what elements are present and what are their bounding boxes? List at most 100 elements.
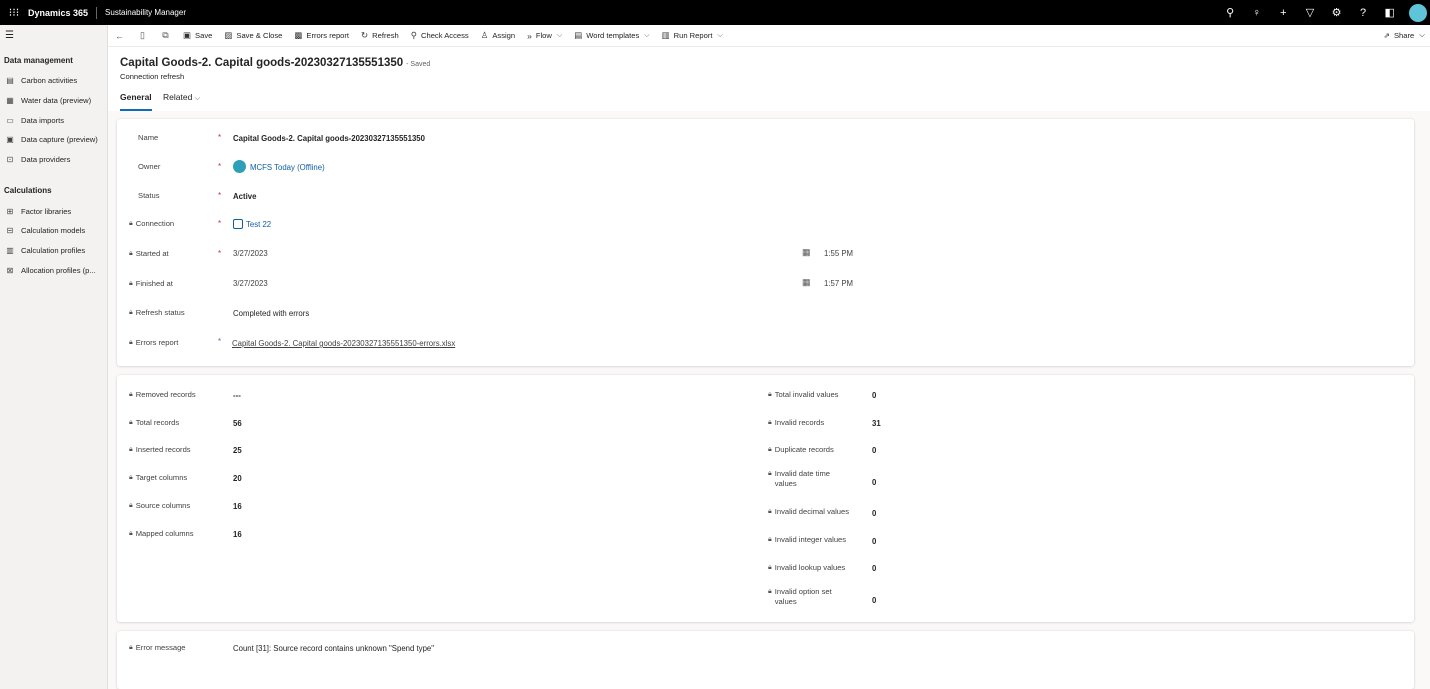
report-icon: ▩ [294, 30, 303, 40]
back-arrow-icon[interactable]: ← [108, 31, 131, 41]
lock-icon: 🔒︎ [129, 249, 133, 257]
started-time-field[interactable]: 1:55 PM [824, 249, 853, 258]
invalid-optionset-value: 0 [872, 596, 877, 605]
lock-icon: 🔒︎ [129, 501, 133, 509]
owner-link[interactable]: MCFS Today (Offline) [250, 163, 325, 172]
invalid-decimal-value: 0 [872, 509, 877, 518]
import-icon: ▭ [6, 116, 14, 125]
total-invalid-value: 0 [872, 391, 877, 400]
avatar[interactable] [1409, 3, 1427, 22]
page-title: Capital Goods-2. Capital goods-202303271… [120, 57, 431, 69]
assign-button[interactable]: ♙ Assign [481, 30, 515, 41]
sidebar-item-label: Water data (preview) [21, 96, 92, 105]
app-name[interactable]: Dynamics 365 [28, 8, 88, 18]
duplicate-records-value: 0 [872, 446, 877, 455]
source-columns-value: 16 [233, 502, 242, 511]
lock-icon: 🔒︎ [129, 445, 133, 453]
check-access-button[interactable]: ⚲ Check Access [411, 30, 469, 41]
field-label-total-invalid: 🔒︎ Total invalid values [768, 390, 839, 399]
field-label-invalid-decimal: 🔒︎ Invalid decimal values [768, 507, 850, 516]
word-icon: ▤ [574, 30, 583, 40]
lock-icon: 🔒︎ [129, 418, 133, 426]
filter-icon[interactable]: ▽ [1297, 6, 1324, 19]
lock-icon: 🔒︎ [129, 338, 133, 346]
hamburger-icon[interactable]: ☰ [5, 30, 14, 41]
sidebar-item-data-imports[interactable]: ▭ Data imports [4, 116, 108, 125]
lock-icon: 🔒︎ [129, 279, 133, 287]
sidebar-item-water-data[interactable]: ▦ Water data (preview) [4, 96, 108, 105]
connection-link[interactable]: Test 22 [246, 220, 271, 229]
name-field[interactable]: Capital Goods-2. Capital goods-202303271… [233, 134, 425, 143]
finished-date-field[interactable]: 3/27/2023 [233, 279, 268, 288]
field-label-removed: 🔒︎ Removed records [129, 390, 196, 399]
lock-icon: 🔒︎ [768, 390, 772, 398]
field-label-error-message: 🔒︎ Error message [129, 643, 186, 652]
lock-icon: 🔒︎ [768, 507, 772, 515]
started-date-field[interactable]: 3/27/2023 [233, 249, 268, 258]
finished-time-field[interactable]: 1:57 PM [824, 279, 853, 288]
refresh-status-value: Completed with errors [233, 309, 310, 318]
search-icon[interactable]: ⚲ [1217, 6, 1244, 19]
lock-icon: 🔒︎ [129, 219, 133, 227]
error-section: 🔒︎ Error message Count [31]: Source recor… [117, 631, 1414, 689]
tab-general[interactable]: General [120, 92, 152, 102]
save-button[interactable]: ▣ Save [183, 30, 212, 41]
required-marker: * [218, 219, 222, 228]
sidebar-item-factor-libraries[interactable]: ⊞ Factor libraries [4, 207, 108, 216]
errors-report-button[interactable]: ▩ Errors report [294, 30, 349, 41]
invalid-lookup-value: 0 [872, 564, 877, 573]
run-report-button[interactable]: ▥ Run Report ⌵ [662, 30, 723, 41]
lock-icon: 🔒︎ [768, 535, 772, 543]
help-icon[interactable]: ? [1350, 7, 1377, 19]
sidebar-item-label: Data imports [21, 116, 65, 125]
area-name[interactable]: Sustainability Manager [105, 8, 186, 17]
assign-icon: ♙ [480, 30, 489, 40]
calendar-icon[interactable]: ▦ [802, 277, 811, 288]
plus-icon[interactable]: + [1270, 7, 1297, 19]
lock-icon: 🔒︎ [768, 470, 772, 477]
copilot-icon[interactable]: ◧ [1376, 6, 1403, 19]
status-value: Active [233, 192, 257, 201]
sidebar-item-allocation-profiles[interactable]: ⊠ Allocation profiles (p... [4, 266, 108, 275]
tab-related[interactable]: Related ⌵ [163, 92, 200, 103]
open-new-window-icon[interactable]: ⧉ [154, 30, 177, 41]
share-button[interactable]: ⇗ Share ⌵ [1384, 30, 1425, 40]
save-close-icon: ▨ [224, 30, 233, 40]
field-label-source-columns: 🔒︎ Source columns [129, 501, 191, 510]
model-icon: ⊟ [6, 226, 14, 235]
record-header: Capital Goods-2. Capital goods-202303271… [108, 47, 1430, 111]
required-marker: * [218, 162, 222, 171]
sidebar-item-calculation-models[interactable]: ⊟ Calculation models [4, 226, 108, 235]
save-close-button[interactable]: ▨ Save & Close [224, 30, 282, 41]
sidebar-item-data-capture[interactable]: ▣ Data capture (preview) [4, 135, 108, 144]
tab-selected-indicator [120, 109, 152, 111]
sidebar-item-label: Allocation profiles (p... [21, 266, 96, 275]
run-report-icon: ▥ [661, 30, 670, 40]
lock-icon: 🔒︎ [768, 445, 772, 453]
word-templates-button[interactable]: ▤ Word templates ⌵ [574, 30, 649, 41]
field-label-connection: 🔒︎ Connection [129, 219, 175, 228]
sidebar-item-label: Data capture (preview) [21, 135, 98, 144]
settings-icon[interactable]: ⚙ [1323, 6, 1350, 19]
refresh-button[interactable]: ↻ Refresh [361, 30, 399, 41]
field-label-inserted: 🔒︎ Inserted records [129, 445, 191, 454]
sidebar-item-data-providers[interactable]: ⊡ Data providers [4, 155, 108, 164]
sidebar-item-calculation-profiles[interactable]: ▥ Calculation profiles [4, 246, 108, 255]
errors-report-link[interactable]: Capital Goods-2. Capital goods-202303271… [232, 339, 455, 348]
field-label: Owner [138, 162, 161, 171]
form-view-icon[interactable]: ▯ [131, 30, 154, 41]
refresh-icon: ↻ [361, 30, 369, 40]
sidebar-item-carbon-activities[interactable]: ▤ Carbon activities [4, 76, 108, 85]
invalid-datetime-value: 0 [872, 478, 877, 487]
field-label-finished: 🔒︎ Finished at [129, 279, 173, 288]
field-label-errors-report: 🔒︎ Errors report [129, 338, 179, 347]
flow-icon: » [527, 30, 532, 41]
capture-icon: ▣ [6, 135, 14, 144]
top-bar: ⁝⁝⁝ Dynamics 365 Sustainability Manager … [0, 0, 1430, 25]
flow-button[interactable]: » Flow ⌵ [527, 31, 562, 41]
calendar-icon[interactable]: ▦ [802, 247, 811, 258]
field-label-invalid-records: 🔒︎ Invalid records [768, 418, 825, 427]
library-icon: ⊞ [6, 207, 14, 216]
lightbulb-icon[interactable]: ♀ [1243, 7, 1270, 19]
app-launcher-icon[interactable]: ⁝⁝⁝ [4, 6, 24, 19]
